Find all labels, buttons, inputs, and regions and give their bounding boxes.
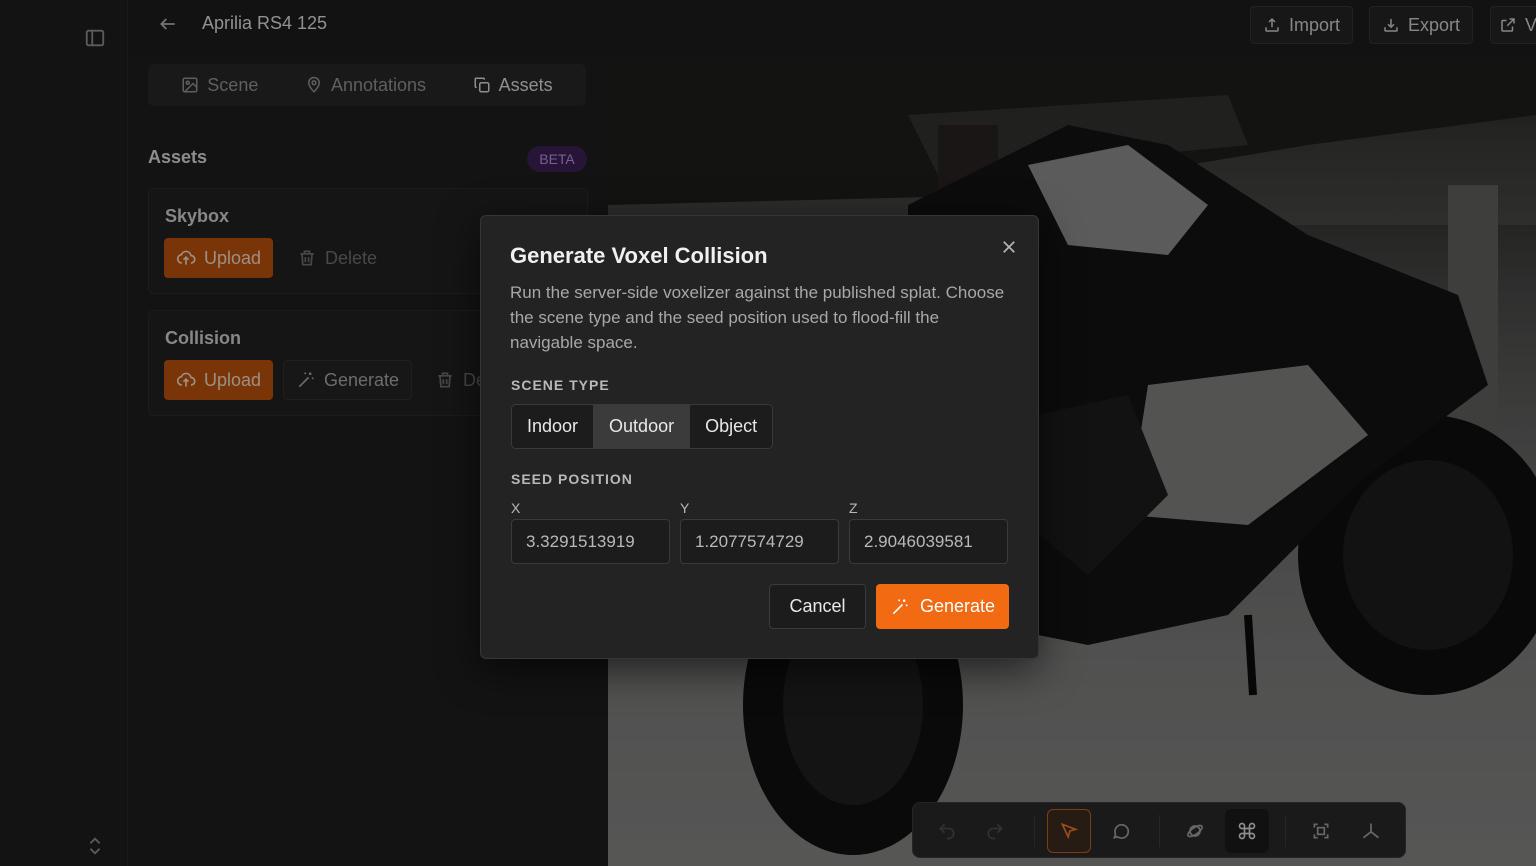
cancel-button[interactable]: Cancel — [769, 584, 866, 629]
seed-position-label: SEED POSITION — [511, 471, 633, 487]
magic-wand-icon — [890, 597, 910, 617]
scene-type-indoor[interactable]: Indoor — [512, 405, 595, 448]
y-label: Y — [680, 500, 690, 516]
z-label: Z — [849, 500, 858, 516]
scene-type-selector: Indoor Outdoor Object — [511, 404, 774, 449]
x-label: X — [511, 500, 521, 516]
seed-z-input[interactable] — [849, 519, 1008, 564]
seed-y-input[interactable] — [680, 519, 839, 564]
seed-x-input[interactable] — [511, 519, 670, 564]
scene-type-label: SCENE TYPE — [511, 377, 610, 393]
scene-type-object[interactable]: Object — [690, 405, 773, 448]
generate-label: Generate — [919, 596, 996, 616]
generate-button[interactable]: Generate — [876, 584, 1009, 629]
generate-collision-dialog: Generate Voxel Collision Run the server-… — [480, 215, 1039, 659]
dialog-description: Run the server-side voxelizer against th… — [510, 283, 1005, 352]
close-icon[interactable] — [1000, 238, 1018, 256]
dialog-title: Generate Voxel Collision — [510, 243, 768, 268]
scene-type-outdoor[interactable]: Outdoor — [594, 405, 691, 448]
